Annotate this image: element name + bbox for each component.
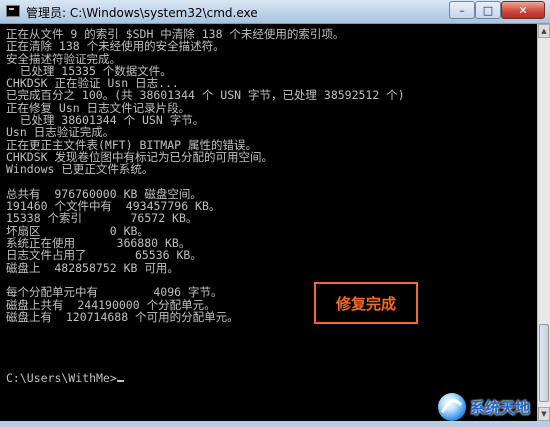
close-button[interactable]: ✕ [501, 1, 545, 19]
cmd-window: 管理员: C:\Windows\system32\cmd.exe – □ ✕ 正… [0, 0, 550, 427]
maximize-button[interactable]: □ [475, 1, 501, 19]
console-line: Windows 已更正文件系统。 [6, 162, 154, 177]
console-line: 磁盘上 482858752 KB 可用。 [6, 260, 179, 275]
console-line: 日志文件占用了 65536 KB。 [6, 248, 202, 263]
site-logo-icon [438, 393, 466, 421]
watermark-text: 系统天地 [470, 398, 531, 417]
vertical-scrollbar[interactable]: ▲ ▼ [537, 24, 550, 421]
console-line: 15338 个索引 76572 KB。 [6, 211, 198, 226]
watermark: 系统天地 [438, 390, 550, 424]
text-cursor [116, 380, 124, 383]
scroll-up-arrow-icon[interactable]: ▲ [538, 24, 550, 38]
console-app-icon[interactable] [6, 5, 20, 17]
console-line: 已完成百分之 100。(共 38601344 个 USN 字节，已处理 3859… [6, 88, 405, 103]
console-line: Usn 日志验证完成。 [6, 125, 115, 140]
console-output[interactable]: 正在从文件 9 的索引 $SDH 中清除 138 个未经使用的索引项。 正在清除 … [0, 24, 537, 421]
command-prompt-line[interactable]: C:\Users\WithMe> [6, 372, 405, 384]
window-title: 管理员: C:\Windows\system32\cmd.exe [26, 6, 258, 20]
title-bar[interactable]: 管理员: C:\Windows\system32\cmd.exe – □ ✕ [0, 0, 550, 24]
annotation-label: 修复完成 [335, 294, 396, 313]
console-line: 正在清除 138 个未经使用的安全描述符。 [6, 39, 225, 54]
console-text: 正在从文件 9 的索引 $SDH 中清除 138 个未经使用的索引项。 正在清除 … [6, 28, 405, 385]
minimize-button[interactable]: – [449, 1, 475, 19]
command-prompt: C:\Users\WithMe> [6, 371, 117, 386]
repair-complete-annotation: 修复完成 [314, 282, 418, 324]
